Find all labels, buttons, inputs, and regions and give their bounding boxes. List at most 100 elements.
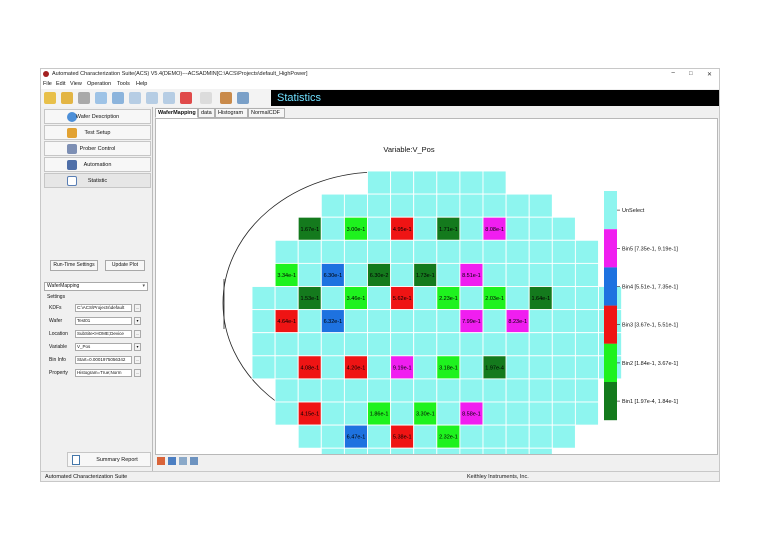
play-outline-icon[interactable] <box>129 92 141 104</box>
die-unselect[interactable] <box>297 378 322 403</box>
save-image-icon[interactable] <box>190 457 198 465</box>
die-unselect[interactable] <box>436 378 461 403</box>
die-unselect[interactable] <box>390 309 415 334</box>
menu-view[interactable]: View <box>70 81 82 87</box>
die-unselect[interactable] <box>436 401 461 426</box>
die-unselect[interactable] <box>551 216 576 241</box>
die-unselect[interactable] <box>459 447 484 454</box>
cancel-icon[interactable] <box>200 92 212 104</box>
die-unselect[interactable] <box>320 286 345 311</box>
kdfs-field[interactable]: C:\ACS\Projects\default <box>75 304 132 312</box>
die-unselect[interactable] <box>482 239 507 264</box>
die-unselect[interactable] <box>390 262 415 287</box>
stop-icon[interactable] <box>180 92 192 104</box>
location-browse-button[interactable]: … <box>134 330 141 338</box>
die-unselect[interactable] <box>413 424 438 449</box>
die-unselect[interactable] <box>574 332 599 357</box>
die-unselect[interactable] <box>274 239 299 264</box>
die-unselect[interactable] <box>574 239 599 264</box>
die-unselect[interactable] <box>551 262 576 287</box>
die-unselect[interactable] <box>413 193 438 218</box>
die-unselect[interactable] <box>459 216 484 241</box>
die-unselect[interactable] <box>459 170 484 195</box>
die-unselect[interactable] <box>551 332 576 357</box>
die-unselect[interactable] <box>367 332 392 357</box>
location-field[interactable]: SubSite<HOME;Device <box>75 330 132 338</box>
die-unselect[interactable] <box>320 193 345 218</box>
die-unselect[interactable] <box>482 447 507 454</box>
die-unselect[interactable] <box>251 355 276 380</box>
tab-normal-cdf[interactable]: NormalCDF <box>248 108 285 118</box>
die-unselect[interactable] <box>274 378 299 403</box>
die-unselect[interactable] <box>528 355 553 380</box>
die-unselect[interactable] <box>343 447 368 454</box>
menu-file[interactable]: File <box>43 81 52 87</box>
die-unselect[interactable] <box>505 216 530 241</box>
minimize-button[interactable]: − <box>671 70 675 77</box>
die-unselect[interactable] <box>390 447 415 454</box>
die-unselect[interactable] <box>436 332 461 357</box>
die-unselect[interactable] <box>413 239 438 264</box>
die-unselect[interactable] <box>528 309 553 334</box>
die-unselect[interactable] <box>343 309 368 334</box>
die-unselect[interactable] <box>297 332 322 357</box>
refresh-icon[interactable] <box>237 92 249 104</box>
die-unselect[interactable] <box>528 447 553 454</box>
die-unselect[interactable] <box>274 355 299 380</box>
die-unselect[interactable] <box>505 332 530 357</box>
die-unselect[interactable] <box>551 424 576 449</box>
die-unselect[interactable] <box>436 239 461 264</box>
die-unselect[interactable] <box>528 239 553 264</box>
die-unselect[interactable] <box>413 286 438 311</box>
run-time-settings-button[interactable]: Run-Time Settings <box>50 260 98 271</box>
die-unselect[interactable] <box>274 332 299 357</box>
die-unselect[interactable] <box>343 193 368 218</box>
die-unselect[interactable] <box>482 378 507 403</box>
die-unselect[interactable] <box>367 378 392 403</box>
die-unselect[interactable] <box>574 378 599 403</box>
die-unselect[interactable] <box>459 424 484 449</box>
die-unselect[interactable] <box>251 309 276 334</box>
home-icon[interactable] <box>157 457 165 465</box>
die-unselect[interactable] <box>528 193 553 218</box>
die-unselect[interactable] <box>390 170 415 195</box>
nav-statistic[interactable]: Statistic <box>44 173 151 188</box>
die-unselect[interactable] <box>320 401 345 426</box>
zoom-icon[interactable] <box>179 457 187 465</box>
die-unselect[interactable] <box>343 378 368 403</box>
die-unselect[interactable] <box>459 239 484 264</box>
die-unselect[interactable] <box>297 309 322 334</box>
die-unselect[interactable] <box>528 378 553 403</box>
menu-help[interactable]: Help <box>136 81 147 87</box>
die-unselect[interactable] <box>343 401 368 426</box>
die-unselect[interactable] <box>320 239 345 264</box>
die-unselect[interactable] <box>413 216 438 241</box>
die-unselect[interactable] <box>390 193 415 218</box>
wand-icon[interactable] <box>44 92 56 104</box>
die-unselect[interactable] <box>482 332 507 357</box>
die-unselect[interactable] <box>343 332 368 357</box>
print-icon[interactable] <box>95 92 107 104</box>
die-unselect[interactable] <box>505 378 530 403</box>
die-unselect[interactable] <box>574 286 599 311</box>
property-field[interactable]: Histogram=True;Norm <box>75 369 132 377</box>
die-unselect[interactable] <box>413 332 438 357</box>
property-browse-button[interactable]: … <box>134 369 141 377</box>
variable-field[interactable]: V_Pos <box>75 343 132 351</box>
die-unselect[interactable] <box>459 193 484 218</box>
die-unselect[interactable] <box>482 262 507 287</box>
die-unselect[interactable] <box>482 424 507 449</box>
die-unselect[interactable] <box>574 401 599 426</box>
die-unselect[interactable] <box>390 378 415 403</box>
die-unselect[interactable] <box>505 262 530 287</box>
die-unselect[interactable] <box>436 193 461 218</box>
die-unselect[interactable] <box>320 424 345 449</box>
die-unselect[interactable] <box>574 355 599 380</box>
die-unselect[interactable] <box>551 378 576 403</box>
die-unselect[interactable] <box>482 401 507 426</box>
pause-icon[interactable] <box>163 92 175 104</box>
die-unselect[interactable] <box>505 355 530 380</box>
die-unselect[interactable] <box>551 355 576 380</box>
die-unselect[interactable] <box>528 216 553 241</box>
chart-icon[interactable] <box>220 92 232 104</box>
